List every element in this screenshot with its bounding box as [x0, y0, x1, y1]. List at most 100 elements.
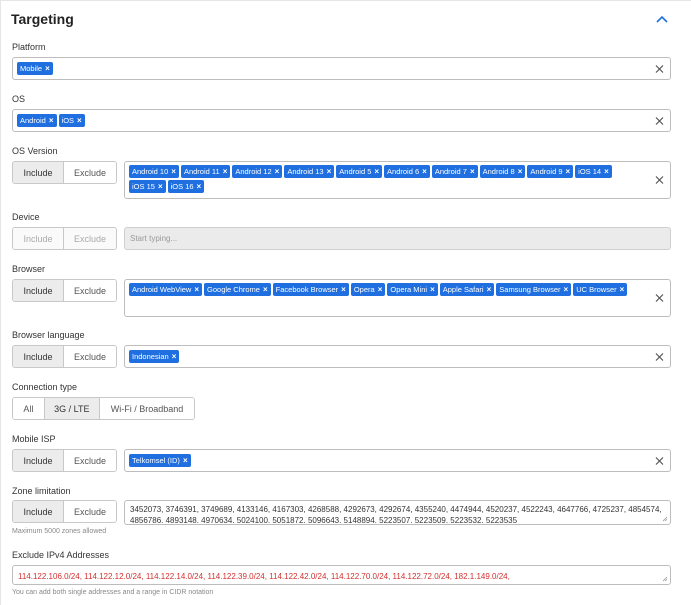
clear-icon[interactable] — [655, 294, 664, 303]
mobile-isp-include-exclude: Include Exclude — [12, 449, 117, 472]
tag-label: Apple Safari — [442, 285, 484, 294]
os-label: OS — [12, 94, 26, 104]
remove-tag-icon[interactable]: × — [223, 165, 228, 178]
tag-label: iOS 16 — [170, 182, 194, 191]
device-label: Device — [12, 212, 40, 222]
clear-icon[interactable] — [655, 64, 664, 73]
clear-icon[interactable] — [655, 456, 664, 465]
remove-tag-icon[interactable]: × — [487, 283, 492, 296]
remove-tag-icon[interactable]: × — [566, 165, 571, 178]
exclude-button: Exclude — [64, 228, 116, 249]
tag-chip: Telkomsel (ID) × — [129, 454, 191, 467]
connection-option-3g-lte[interactable]: 3G / LTE — [44, 398, 101, 419]
exclude-button[interactable]: Exclude — [64, 501, 116, 522]
targeting-panel: Targeting Platform Mobile × OS Android × iO… — [0, 0, 691, 605]
zone-limitation-label: Zone limitation — [12, 486, 71, 496]
remove-tag-icon[interactable]: × — [620, 283, 625, 296]
os-version-field[interactable]: Android 10 × Android 11 × Android 12 × Android… — [124, 161, 671, 199]
section-title: Targeting — [11, 11, 74, 27]
device-placeholder: Start typing... — [130, 234, 178, 243]
tag-chip: Facebook Browser × — [272, 283, 349, 296]
tag-chip: Opera Mini × — [387, 283, 438, 296]
remove-tag-icon[interactable]: × — [194, 283, 199, 296]
tag-chip: Android 11 × — [180, 165, 231, 178]
clear-icon[interactable] — [655, 176, 664, 185]
tag-chip: Android 9 × — [527, 165, 574, 178]
tag-chip: Opera × — [350, 283, 386, 296]
tag-label: Android 9 — [530, 167, 563, 176]
tag-chip: iOS 14 × — [575, 165, 612, 178]
zone-include-exclude: Include Exclude — [12, 500, 117, 523]
remove-tag-icon[interactable]: × — [327, 165, 332, 178]
tag-chip: Android WebView × — [129, 283, 203, 296]
tag-label: Android 6 — [387, 167, 420, 176]
browser-language-tags: Indonesian × — [129, 350, 648, 363]
include-button[interactable]: Include — [13, 162, 65, 183]
os-field[interactable]: Android × iOS × — [12, 109, 671, 132]
zone-limitation-textarea[interactable]: 3452073, 3746391, 3749689, 4133146, 4167… — [124, 500, 671, 525]
browser-include-exclude: Include Exclude — [12, 279, 117, 302]
remove-tag-icon[interactable]: × — [341, 283, 346, 296]
resize-handle-icon[interactable] — [662, 516, 668, 522]
exclude-button[interactable]: Exclude — [64, 162, 116, 183]
include-button: Include — [13, 228, 65, 249]
platform-field[interactable]: Mobile × — [12, 57, 671, 80]
include-button[interactable]: Include — [13, 501, 65, 522]
tag-label: UC Browser — [576, 285, 617, 294]
chevron-up-icon[interactable] — [655, 14, 669, 24]
browser-tags: Android WebView × Google Chrome × Facebook B… — [129, 283, 648, 296]
zone-limitation-hint: Maximum 5000 zones allowed — [12, 528, 107, 535]
device-field: Start typing... — [124, 227, 671, 250]
tag-label: Android 8 — [482, 167, 515, 176]
tag-chip: Samsung Browser × — [496, 283, 572, 296]
ipv4-label: Exclude IPv4 Addresses — [12, 550, 110, 560]
remove-tag-icon[interactable]: × — [422, 165, 427, 178]
remove-tag-icon[interactable]: × — [275, 165, 280, 178]
browser-field[interactable]: Android WebView × Google Chrome × Facebook B… — [124, 279, 671, 317]
tag-label: Android 13 — [287, 167, 324, 176]
remove-tag-icon[interactable]: × — [378, 283, 383, 296]
exclude-button[interactable]: Exclude — [64, 450, 116, 471]
browser-language-field[interactable]: Indonesian × — [124, 345, 671, 368]
remove-tag-icon[interactable]: × — [45, 62, 50, 75]
remove-tag-icon[interactable]: × — [158, 180, 163, 193]
tag-label: iOS 14 — [578, 167, 602, 176]
ipv4-hint: You can add both single addresses and a … — [12, 589, 214, 596]
connection-option-all[interactable]: All — [13, 398, 45, 419]
include-button[interactable]: Include — [13, 450, 65, 471]
remove-tag-icon[interactable]: × — [518, 165, 523, 178]
remove-tag-icon[interactable]: × — [77, 114, 82, 127]
tag-chip: Android 8 × — [479, 165, 526, 178]
resize-handle-icon[interactable] — [662, 576, 668, 582]
remove-tag-icon[interactable]: × — [171, 165, 176, 178]
mobile-isp-label: Mobile ISP — [12, 434, 56, 444]
tag-label: Mobile — [20, 64, 43, 73]
tag-label: iOS 15 — [132, 182, 155, 191]
remove-tag-icon[interactable]: × — [604, 165, 609, 178]
tag-chip: Android 6 × — [384, 165, 430, 178]
remove-tag-icon[interactable]: × — [197, 180, 202, 193]
remove-tag-icon[interactable]: × — [263, 283, 268, 296]
include-button[interactable]: Include — [13, 346, 65, 367]
remove-tag-icon[interactable]: × — [172, 350, 177, 363]
clear-icon[interactable] — [655, 352, 664, 361]
tag-label: Android — [20, 116, 46, 125]
exclude-button[interactable]: Exclude — [64, 280, 116, 301]
tag-label: Samsung Browser — [499, 285, 561, 294]
browser-language-label: Browser language — [12, 330, 85, 340]
remove-tag-icon[interactable]: × — [183, 454, 188, 467]
remove-tag-icon[interactable]: × — [430, 283, 435, 296]
clear-icon[interactable] — [655, 116, 664, 125]
remove-tag-icon[interactable]: × — [564, 283, 569, 296]
ipv4-textarea[interactable]: 114.122.106.0/24, 114.122.12.0/24, 114.1… — [12, 565, 671, 585]
tag-label: Facebook Browser — [275, 285, 339, 294]
remove-tag-icon[interactable]: × — [470, 165, 475, 178]
mobile-isp-field[interactable]: Telkomsel (ID) × — [124, 449, 671, 472]
include-button[interactable]: Include — [13, 280, 65, 301]
remove-tag-icon[interactable]: × — [49, 114, 54, 127]
platform-label: Platform — [12, 42, 46, 52]
connection-option-wifi[interactable]: Wi-Fi / Broadband — [100, 398, 194, 419]
remove-tag-icon[interactable]: × — [374, 165, 379, 178]
connection-type-label: Connection type — [12, 382, 78, 392]
exclude-button[interactable]: Exclude — [64, 346, 116, 367]
